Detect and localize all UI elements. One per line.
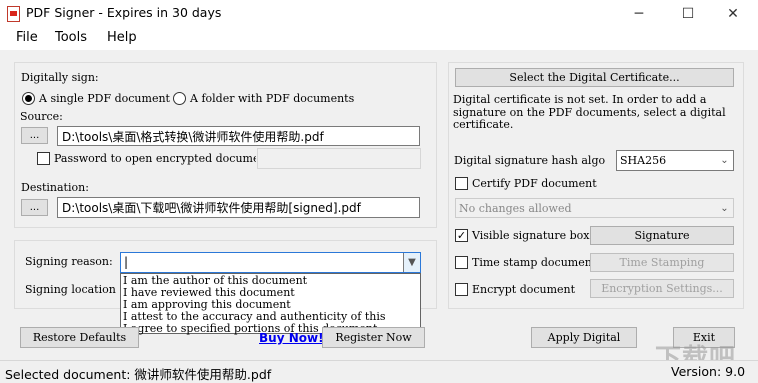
source-path-input[interactable]: D:\tools\桌面\格式转换\微讲师软件使用帮助.pdf: [57, 126, 420, 146]
signing-reason-label: Signing reason:: [25, 255, 113, 268]
version-status: Version: 9.0: [671, 364, 746, 379]
source-browse-button[interactable]: ...: [21, 127, 48, 144]
menu-tools[interactable]: Tools: [55, 30, 87, 45]
buy-now-link[interactable]: Buy Now!: [259, 331, 324, 345]
destination-path-input[interactable]: D:\tools\桌面\下载吧\微讲师软件使用帮助[signed].pdf: [57, 197, 420, 218]
hash-algorithm-combobox[interactable]: SHA256 ⌄: [616, 150, 734, 171]
certify-level-value: No changes allowed: [459, 202, 572, 215]
password-checkbox[interactable]: [37, 152, 50, 165]
certify-label: Certify PDF document: [472, 177, 597, 190]
chevron-down-icon[interactable]: ⌄: [716, 151, 733, 170]
time-stamping-button[interactable]: Time Stamping: [590, 253, 734, 272]
apply-digital-button[interactable]: Apply Digital: [531, 327, 637, 348]
timestamp-checkbox[interactable]: [455, 256, 468, 269]
certify-checkbox[interactable]: [455, 177, 468, 190]
source-label: Source:: [20, 110, 63, 123]
maximize-button[interactable]: ☐: [666, 0, 710, 28]
destination-label: Destination:: [21, 181, 89, 194]
folder-radio[interactable]: [173, 92, 186, 105]
timestamp-label: Time stamp document: [472, 256, 597, 269]
menu-file[interactable]: File: [16, 30, 38, 45]
close-button[interactable]: ✕: [711, 0, 755, 28]
visible-signature-checkbox[interactable]: ✓: [455, 229, 468, 242]
hash-algorithm-label: Digital signature hash algo: [454, 154, 606, 167]
reason-dropdown-list: I am the author of this document I have …: [120, 273, 421, 335]
signing-reason-combobox[interactable]: | ▼: [120, 252, 421, 273]
encrypt-checkbox[interactable]: [455, 283, 468, 296]
folder-label: A folder with PDF documents: [190, 92, 355, 105]
restore-defaults-button[interactable]: Restore Defaults: [20, 327, 139, 348]
digitally-sign-label: Digitally sign:: [21, 71, 99, 84]
menu-help[interactable]: Help: [107, 30, 137, 45]
single-pdf-label: A single PDF document: [39, 92, 170, 105]
destination-browse-button[interactable]: ...: [21, 199, 48, 216]
pdf-app-icon: [7, 6, 20, 22]
signature-button[interactable]: Signature: [590, 226, 734, 245]
signing-reason-value: |: [124, 255, 129, 269]
signing-location-label: Signing location: [25, 283, 116, 296]
hash-algorithm-value: SHA256: [620, 154, 667, 167]
chevron-down-icon[interactable]: ⌄: [716, 199, 733, 217]
register-now-button[interactable]: Register Now: [322, 327, 425, 348]
certificate-info-text: Digital certificate is not set. In order…: [453, 93, 726, 131]
single-pdf-radio[interactable]: [22, 92, 35, 105]
window-title: PDF Signer - Expires in 30 days: [26, 5, 222, 20]
select-certificate-button[interactable]: Select the Digital Certificate...: [455, 68, 734, 87]
visible-signature-label: Visible signature box: [472, 229, 590, 242]
encryption-settings-button[interactable]: Encryption Settings...: [590, 279, 734, 298]
certify-level-combobox[interactable]: No changes allowed ⌄: [455, 198, 734, 218]
password-input[interactable]: [257, 148, 421, 169]
minimize-button[interactable]: ─: [617, 0, 661, 28]
encrypt-label: Encrypt document: [472, 283, 576, 296]
chevron-down-icon[interactable]: ▼: [403, 253, 420, 272]
password-label: Password to open encrypted documen: [54, 152, 256, 165]
selected-document-status: Selected document: 微讲师软件使用帮助.pdf: [5, 367, 272, 382]
